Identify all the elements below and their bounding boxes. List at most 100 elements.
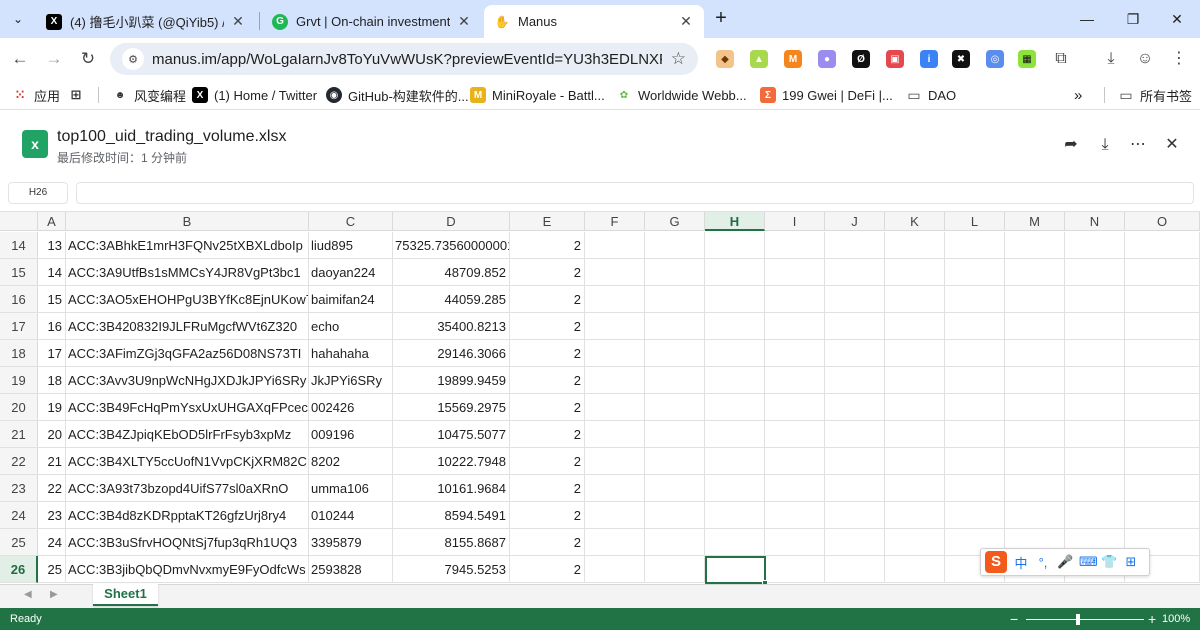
table-cell[interactable] <box>885 529 945 556</box>
bookmark-apps[interactable]: ⁙ 应用 <box>12 85 60 105</box>
column-header-n[interactable]: N <box>1065 212 1125 231</box>
table-cell[interactable] <box>885 448 945 475</box>
table-cell[interactable]: 48709.852 <box>393 259 510 286</box>
download-icon[interactable]: ⤓ <box>1094 134 1116 156</box>
table-cell[interactable] <box>765 475 825 502</box>
table-cell[interactable] <box>945 448 1005 475</box>
table-cell[interactable] <box>765 232 825 259</box>
back-arrow-icon[interactable]: ← <box>8 47 32 71</box>
ime-toolbox-icon[interactable]: ⊞ <box>1123 554 1139 570</box>
table-cell[interactable] <box>885 313 945 340</box>
table-cell[interactable] <box>765 259 825 286</box>
table-cell[interactable] <box>1005 394 1065 421</box>
table-cell[interactable] <box>585 502 645 529</box>
table-cell[interactable] <box>885 259 945 286</box>
table-cell[interactable]: 10222.7948 <box>393 448 510 475</box>
bookmarks-overflow-chevron-icon[interactable]: » <box>1074 85 1082 105</box>
table-cell[interactable] <box>645 475 705 502</box>
table-cell[interactable] <box>885 367 945 394</box>
table-cell[interactable]: ACC:3A9UtfBs1sMMCsY4JR8VgPt3bc1 <box>66 259 309 286</box>
zoom-in-icon[interactable]: + <box>1148 611 1156 627</box>
table-cell[interactable] <box>1125 421 1200 448</box>
selected-cell-outline[interactable] <box>705 556 768 584</box>
table-cell[interactable] <box>765 529 825 556</box>
download-icon[interactable]: ⤓ <box>1100 48 1122 70</box>
row-header[interactable]: 15 <box>0 259 38 286</box>
column-header-i[interactable]: I <box>765 212 825 231</box>
row-header[interactable]: 23 <box>0 475 38 502</box>
extension-dino-icon[interactable]: ▲ <box>750 50 768 68</box>
table-cell[interactable] <box>1065 232 1125 259</box>
extension-x-icon[interactable]: ✖ <box>952 50 970 68</box>
table-cell[interactable]: 20 <box>38 421 66 448</box>
row-header[interactable]: 18 <box>0 340 38 367</box>
profile-avatar-icon[interactable]: ☺ <box>1134 48 1156 70</box>
cell-reference-box[interactable]: H26 <box>8 182 68 204</box>
table-cell[interactable] <box>1065 421 1125 448</box>
table-cell[interactable] <box>765 286 825 313</box>
table-cell[interactable]: 29146.3066 <box>393 340 510 367</box>
table-cell[interactable] <box>1005 367 1065 394</box>
table-cell[interactable]: hahahaha <box>309 340 393 367</box>
table-cell[interactable] <box>1005 232 1065 259</box>
table-cell[interactable] <box>645 367 705 394</box>
site-settings-icon[interactable]: ⚙ <box>122 48 144 70</box>
row-header[interactable]: 16 <box>0 286 38 313</box>
previous-sheet-icon[interactable]: ◀ <box>24 589 32 600</box>
table-cell[interactable] <box>1125 313 1200 340</box>
table-cell[interactable] <box>645 529 705 556</box>
share-icon[interactable]: ➦ <box>1060 134 1082 156</box>
table-cell[interactable] <box>765 367 825 394</box>
table-cell[interactable] <box>825 475 885 502</box>
table-cell[interactable] <box>585 259 645 286</box>
table-cell[interactable] <box>1005 448 1065 475</box>
table-cell[interactable] <box>1065 340 1125 367</box>
table-cell[interactable] <box>765 502 825 529</box>
table-cell[interactable] <box>585 286 645 313</box>
table-cell[interactable] <box>1125 475 1200 502</box>
table-cell[interactable] <box>1005 502 1065 529</box>
table-cell[interactable] <box>885 394 945 421</box>
table-cell[interactable] <box>945 259 1005 286</box>
table-cell[interactable] <box>1065 286 1125 313</box>
table-cell[interactable]: 75325.73560000001 <box>393 232 510 259</box>
chrome-menu-icon[interactable]: ⋮ <box>1168 48 1190 70</box>
table-cell[interactable] <box>825 367 885 394</box>
bookmark-github[interactable]: ◉ GitHub-构建软件的... <box>326 85 469 105</box>
zoom-out-icon[interactable]: − <box>1010 611 1018 627</box>
column-header-m[interactable]: M <box>1005 212 1065 231</box>
table-cell[interactable]: ACC:3ABhkE1mrH3FQNv25tXBXLdboIp <box>66 232 309 259</box>
table-cell[interactable] <box>945 502 1005 529</box>
tab-manus[interactable]: ✋ Manus ✕ <box>484 5 704 38</box>
close-tab-icon[interactable]: ✕ <box>230 13 246 30</box>
table-cell[interactable] <box>885 286 945 313</box>
row-header[interactable]: 19 <box>0 367 38 394</box>
table-cell[interactable] <box>1005 313 1065 340</box>
table-cell[interactable]: 2 <box>510 394 585 421</box>
table-cell[interactable]: 2 <box>510 367 585 394</box>
address-bar[interactable]: ⚙ manus.im/app/WoLgaIarnJv8ToYuVwWUsK?pr… <box>110 43 698 75</box>
table-cell[interactable]: umma106 <box>309 475 393 502</box>
table-cell[interactable] <box>585 394 645 421</box>
table-cell[interactable]: 2 <box>510 232 585 259</box>
table-cell[interactable] <box>645 448 705 475</box>
table-cell[interactable]: 10161.9684 <box>393 475 510 502</box>
table-cell[interactable]: ACC:3B49FcHqPmYsxUxUHGAXqFPcecq <box>66 394 309 421</box>
table-cell[interactable] <box>885 340 945 367</box>
table-cell[interactable] <box>645 259 705 286</box>
table-cell[interactable]: 7945.5253 <box>393 556 510 583</box>
table-cell[interactable] <box>1005 286 1065 313</box>
table-cell[interactable]: echo <box>309 313 393 340</box>
table-cell[interactable] <box>1065 367 1125 394</box>
bookmark-fengbian[interactable]: ☻ 风变编程 <box>112 85 186 105</box>
table-cell[interactable] <box>885 232 945 259</box>
table-cell[interactable]: 010244 <box>309 502 393 529</box>
table-cell[interactable] <box>765 340 825 367</box>
table-cell[interactable] <box>705 286 765 313</box>
tab-x-profile[interactable]: X (4) 撸毛小趴菜 (@QiYib5) / X ✕ <box>36 5 256 38</box>
sheet-tab-sheet1[interactable]: Sheet1 <box>93 584 158 606</box>
table-cell[interactable] <box>585 340 645 367</box>
table-cell[interactable]: 2 <box>510 313 585 340</box>
ime-language-icon[interactable]: 中 <box>1013 553 1029 572</box>
table-cell[interactable] <box>1125 286 1200 313</box>
